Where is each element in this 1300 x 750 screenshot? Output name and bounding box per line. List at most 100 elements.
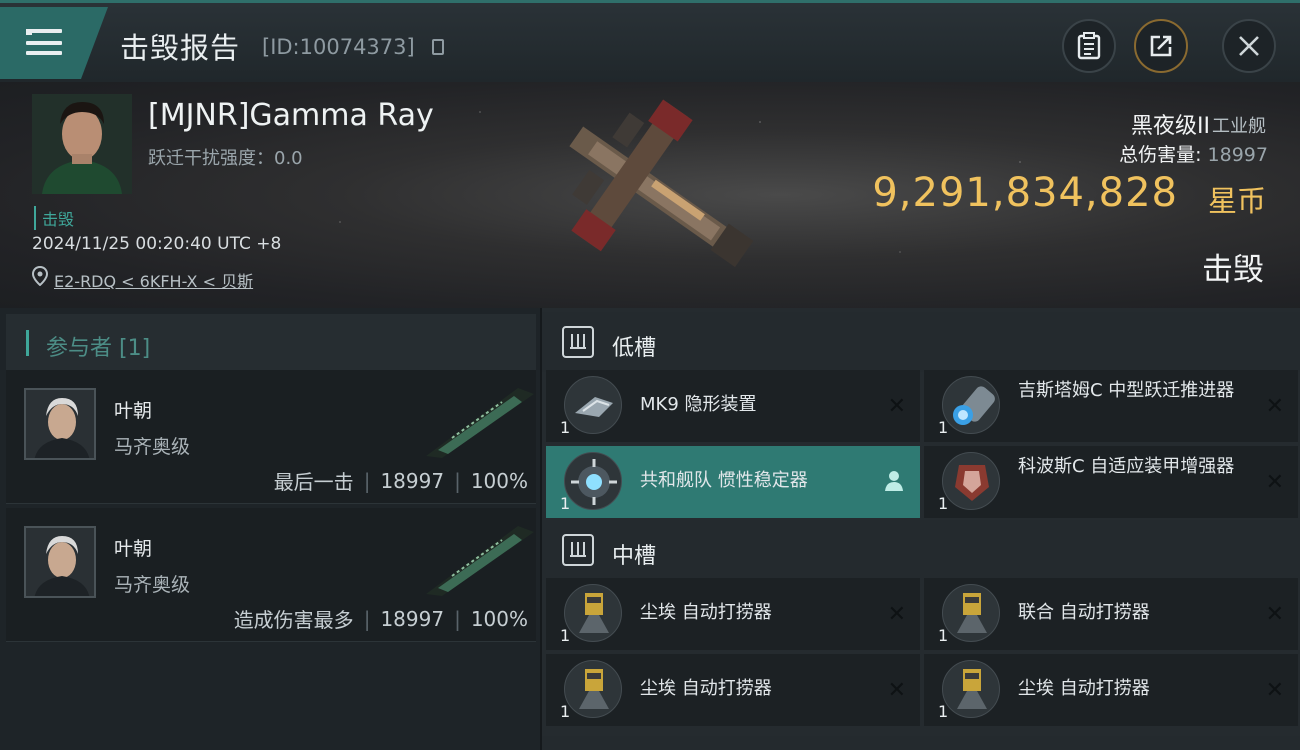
module-quantity: 1 bbox=[560, 702, 571, 721]
module-slot[interactable]: 1 共和舰队 惯性稳定器 bbox=[546, 446, 920, 518]
module-slot[interactable]: 1 科波斯C 自适应装甲增强器 ✕ bbox=[924, 446, 1298, 518]
pilot-portrait-image bbox=[32, 94, 132, 194]
victim-portrait[interactable] bbox=[32, 94, 132, 194]
menu-button[interactable] bbox=[0, 7, 108, 79]
user-icon[interactable] bbox=[884, 470, 904, 492]
participants-panel: 参与者 [1] 叶朝 马齐奥级 最后一击 | 18997 | 100% 叶朝 马… bbox=[0, 308, 540, 750]
module-name: 尘埃 自动打捞器 bbox=[640, 678, 772, 699]
participant-stats: 最后一击 | 18997 | 100% bbox=[274, 466, 528, 495]
divider: | bbox=[363, 468, 371, 493]
status-tag: 击毁 bbox=[34, 206, 74, 230]
module-name: 吉斯塔姆C 中型跃迁推进器 bbox=[1018, 380, 1235, 401]
remove-icon[interactable]: ✕ bbox=[888, 678, 906, 703]
mid-slots-label: 中槽 bbox=[612, 544, 657, 569]
clipboard-icon bbox=[1077, 32, 1101, 60]
fitting-panel: 低槽 1 MK9 隐形装置 ✕ 1 吉斯塔姆C 中型跃迁推进器 ✕ 1 共和舰队… bbox=[542, 308, 1300, 750]
module-name: 联合 自动打捞器 bbox=[1018, 602, 1150, 623]
module-name: MK9 隐形装置 bbox=[640, 394, 757, 415]
mid-slots-header: 中槽 bbox=[542, 520, 1300, 580]
remove-icon[interactable]: ✕ bbox=[1266, 678, 1284, 703]
participant-name[interactable]: 叶朝 bbox=[114, 396, 152, 423]
close-button[interactable] bbox=[1222, 19, 1276, 73]
salvager-icon bbox=[942, 660, 1000, 718]
participant-row[interactable]: 叶朝 马齐奥级 最后一击 | 18997 | 100% bbox=[6, 370, 536, 504]
stabilizer-icon bbox=[564, 452, 622, 510]
participant-avatar[interactable] bbox=[24, 526, 96, 598]
module-slot[interactable]: 1 尘埃 自动打捞器 ✕ bbox=[546, 578, 920, 650]
victim-pilot-name[interactable]: [MJNR]Gamma Ray bbox=[148, 98, 434, 133]
participant-row[interactable]: 叶朝 马齐奥级 造成伤害最多 | 18997 | 100% bbox=[6, 508, 536, 642]
module-slot[interactable]: 1 尘埃 自动打捞器 ✕ bbox=[546, 654, 920, 726]
share-icon bbox=[1150, 35, 1172, 57]
salvager-icon bbox=[564, 584, 622, 642]
divider: | bbox=[363, 606, 371, 631]
victim-ship-image[interactable] bbox=[520, 88, 780, 288]
participant-portrait-image bbox=[26, 390, 94, 458]
participant-damage: 18997 bbox=[380, 468, 445, 493]
kill-result: 击毁 bbox=[1202, 252, 1264, 288]
low-slot-icon bbox=[562, 326, 594, 358]
kill-timestamp: 2024/11/25 00:20:40 UTC +8 bbox=[32, 234, 282, 254]
report-id: [ID:10074373] bbox=[262, 35, 415, 59]
participant-stats: 造成伤害最多 | 18997 | 100% bbox=[234, 604, 528, 633]
remove-icon[interactable]: ✕ bbox=[1266, 602, 1284, 627]
module-name: 共和舰队 惯性稳定器 bbox=[640, 470, 808, 491]
participant-portrait-image bbox=[26, 528, 94, 596]
isk-unit: 星币 bbox=[1207, 184, 1266, 218]
module-quantity: 1 bbox=[560, 626, 571, 645]
participant-name[interactable]: 叶朝 bbox=[114, 534, 152, 561]
module-quantity: 1 bbox=[938, 626, 949, 645]
participant-ship-image bbox=[426, 526, 534, 596]
kill-location-link[interactable]: E2-RDQ < 6KFH-X < 贝斯 bbox=[54, 268, 253, 292]
remove-icon[interactable]: ✕ bbox=[1266, 394, 1284, 419]
participant-ship-image bbox=[426, 388, 534, 458]
module-name: 尘埃 自动打捞器 bbox=[1018, 678, 1150, 699]
module-quantity: 1 bbox=[938, 418, 949, 437]
participant-avatar[interactable] bbox=[24, 388, 96, 460]
victim-ship-class: 工业舰 bbox=[1212, 116, 1266, 137]
salvager-icon bbox=[564, 660, 622, 718]
total-damage: 总伤害量: 18997 bbox=[1119, 140, 1268, 167]
top-bar: 击毁报告 [ID:10074373] bbox=[0, 0, 1300, 82]
participants-header: 参与者 [1] bbox=[6, 314, 536, 370]
menu-icon bbox=[26, 29, 62, 57]
clipboard-button[interactable] bbox=[1062, 19, 1116, 73]
cloak-icon bbox=[564, 376, 622, 434]
victim-ship-name[interactable]: 黑夜级II bbox=[1131, 108, 1210, 140]
share-button[interactable] bbox=[1134, 19, 1188, 73]
low-slots-header: 低槽 bbox=[542, 312, 1300, 372]
page-title: 击毁报告 bbox=[120, 31, 241, 65]
divider: | bbox=[454, 468, 461, 493]
victim-summary: [MJNR]Gamma Ray 跃迁干扰强度：0.0 击毁 2024/11/25… bbox=[0, 82, 1300, 308]
mid-slot-icon bbox=[562, 534, 594, 566]
participant-percent: 100% bbox=[470, 468, 528, 493]
close-icon bbox=[1239, 36, 1259, 56]
mwd-icon bbox=[942, 376, 1000, 434]
armor-icon bbox=[942, 452, 1000, 510]
remove-icon[interactable]: ✕ bbox=[1266, 470, 1284, 495]
participant-role: 造成伤害最多 bbox=[233, 608, 354, 632]
remove-icon[interactable]: ✕ bbox=[888, 602, 906, 627]
module-slot[interactable]: 1 MK9 隐形装置 ✕ bbox=[546, 370, 920, 442]
module-quantity: 1 bbox=[560, 418, 571, 437]
module-slot[interactable]: 1 吉斯塔姆C 中型跃迁推进器 ✕ bbox=[924, 370, 1298, 442]
location-pin-icon bbox=[32, 266, 48, 286]
module-quantity: 1 bbox=[938, 702, 949, 721]
low-slots-label: 低槽 bbox=[612, 336, 657, 361]
module-quantity: 1 bbox=[560, 494, 571, 513]
remove-icon[interactable]: ✕ bbox=[888, 394, 906, 419]
total-damage-label: 总伤害量: bbox=[1119, 144, 1202, 166]
module-name: 尘埃 自动打捞器 bbox=[640, 602, 772, 623]
next-section-header bbox=[542, 736, 1300, 750]
module-slot[interactable]: 1 尘埃 自动打捞器 ✕ bbox=[924, 654, 1298, 726]
participant-damage: 18997 bbox=[380, 606, 445, 631]
module-slot[interactable]: 1 联合 自动打捞器 ✕ bbox=[924, 578, 1298, 650]
participant-ship: 马齐奥级 bbox=[114, 574, 191, 596]
divider: | bbox=[454, 606, 461, 631]
participant-percent: 100% bbox=[470, 606, 528, 631]
module-name: 科波斯C 自适应装甲增强器 bbox=[1018, 456, 1235, 477]
copy-icon[interactable] bbox=[432, 39, 444, 55]
warp-disruption-strength: 跃迁干扰强度：0.0 bbox=[148, 148, 303, 169]
module-quantity: 1 bbox=[938, 494, 949, 513]
participant-role: 最后一击 bbox=[273, 470, 354, 494]
